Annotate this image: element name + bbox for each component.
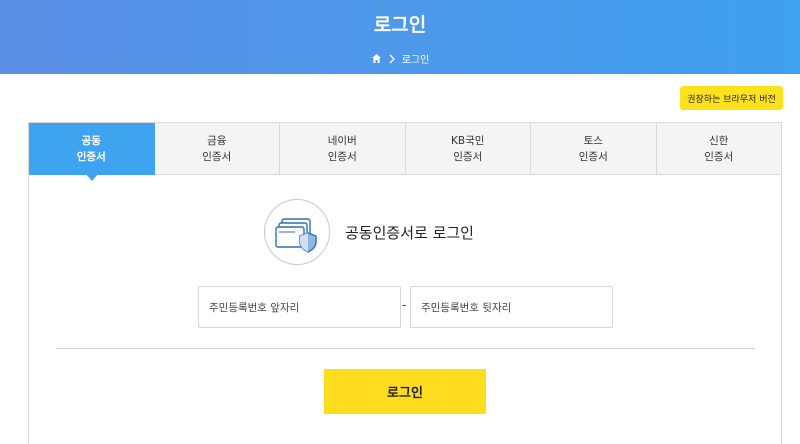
tab-label-line2: 인증서	[704, 150, 734, 163]
tab-label-line1: 네이버	[327, 134, 357, 147]
auth-tabs: 공동 인증서 금융 인증서 네이버 인증서 KB국민 인증서 토스 인증서 신한…	[28, 122, 782, 181]
ssn-separator: -	[402, 298, 407, 312]
ssn-back-placeholder: 주민등록번호 뒷자리	[421, 301, 512, 314]
chevron-right-icon	[388, 54, 396, 64]
home-icon[interactable]	[371, 53, 382, 64]
breadcrumb-current[interactable]: 로그인	[402, 51, 430, 66]
tab-label-line2: 인증서	[453, 150, 483, 163]
ssn-front-placeholder: 주민등록번호 앞자리	[209, 301, 300, 314]
tab-shinhan-certificate[interactable]: 신한 인증서	[656, 123, 782, 175]
page-title: 로그인	[373, 14, 427, 36]
tab-naver-certificate[interactable]: 네이버 인증서	[280, 123, 406, 175]
recommended-browser-button[interactable]: 권장하는 브라우저 버전	[680, 86, 783, 110]
tab-label-line1: 공동	[81, 134, 101, 147]
tab-label-line2: 인증서	[578, 150, 608, 163]
certificate-shield-icon	[264, 199, 330, 265]
tab-kb-certificate[interactable]: KB국민 인증서	[405, 123, 531, 175]
tab-joint-certificate[interactable]: 공동 인증서	[29, 123, 155, 181]
breadcrumb: 로그인	[0, 51, 800, 66]
tab-label-line1: 금융	[207, 134, 227, 147]
tab-label-line1: 신한	[709, 134, 729, 147]
ssn-back-input[interactable]: 주민등록번호 뒷자리	[410, 286, 613, 328]
ssn-front-input[interactable]: 주민등록번호 앞자리	[198, 286, 401, 328]
tab-label-line1: 토스	[583, 134, 603, 147]
login-button[interactable]: 로그인	[324, 369, 486, 414]
tab-financial-certificate[interactable]: 금융 인증서	[154, 123, 280, 175]
cert-login-title: 공동인증서로 로그인	[345, 224, 474, 242]
tab-label-line2: 인증서	[76, 150, 106, 163]
divider	[56, 348, 755, 349]
tab-label-line2: 인증서	[327, 150, 357, 163]
tab-toss-certificate[interactable]: 토스 인증서	[531, 123, 657, 175]
page-header: 로그인 로그인	[0, 0, 800, 74]
tab-label-line1: KB국민	[451, 134, 485, 147]
tab-label-line2: 인증서	[202, 150, 232, 163]
